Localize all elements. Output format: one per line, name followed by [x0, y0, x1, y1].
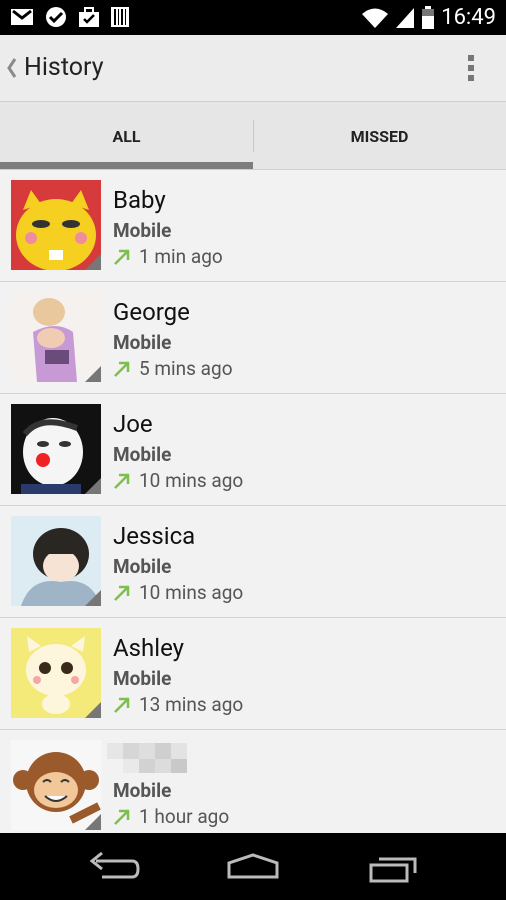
action-bar: History: [0, 35, 506, 102]
phone-type: Mobile: [113, 331, 172, 354]
tab-missed[interactable]: MISSED: [253, 102, 506, 169]
phone-type: Mobile: [113, 779, 172, 802]
contact-name: Joe: [113, 410, 153, 438]
phone-type: Mobile: [113, 667, 172, 690]
quick-contact-badge-icon: [85, 478, 101, 494]
phone-type: Mobile: [113, 443, 172, 466]
recent-apps-icon[interactable]: [363, 847, 423, 887]
contact-avatar[interactable]: [11, 740, 101, 830]
call-history-list: Baby Mobile 1 min ago George Mobile 5 mi…: [0, 170, 506, 833]
contact-avatar[interactable]: [11, 516, 101, 606]
contact-name-redacted: [107, 743, 187, 773]
phone-type: Mobile: [113, 555, 172, 578]
outgoing-call-icon: [114, 473, 130, 489]
notification-icons: [10, 6, 130, 28]
phone-type: Mobile: [113, 219, 172, 242]
contact-name: George: [113, 298, 190, 326]
check-circle-icon: [46, 7, 66, 27]
back-icon[interactable]: [82, 847, 142, 887]
contact-avatar[interactable]: [11, 404, 101, 494]
gmail-icon: [11, 9, 33, 25]
quick-contact-badge-icon: [85, 366, 101, 382]
briefcase-icon: [79, 7, 99, 27]
navigation-bar: [0, 833, 506, 900]
outgoing-call-icon: [114, 361, 130, 377]
call-row[interactable]: Mobile 1 hour ago: [0, 730, 506, 833]
contact-avatar[interactable]: [11, 628, 101, 718]
contact-name: Baby: [113, 186, 166, 214]
call-row[interactable]: Ashley Mobile 13 mins ago: [0, 618, 506, 730]
tab-all[interactable]: ALL: [0, 102, 253, 169]
outgoing-call-icon: [114, 809, 130, 825]
signal-icon: [396, 8, 415, 28]
contact-avatar[interactable]: [11, 180, 101, 270]
call-row[interactable]: George Mobile 5 mins ago: [0, 282, 506, 394]
contact-name: Jessica: [113, 522, 196, 550]
call-time: 1 hour ago: [139, 805, 230, 828]
call-time: 10 mins ago: [139, 469, 244, 492]
outgoing-call-icon: [114, 585, 130, 601]
barcode-icon: [111, 7, 129, 27]
outgoing-call-icon: [114, 249, 130, 265]
call-row[interactable]: Baby Mobile 1 min ago: [0, 170, 506, 282]
overflow-menu-icon[interactable]: [466, 55, 476, 83]
call-time: 5 mins ago: [139, 357, 233, 380]
call-time: 1 min ago: [139, 245, 223, 268]
tab-bar: ALL MISSED: [0, 102, 506, 170]
quick-contact-badge-icon: [85, 814, 101, 830]
call-row[interactable]: Joe Mobile 10 mins ago: [0, 394, 506, 506]
contact-name: Ashley: [113, 634, 185, 662]
battery-icon: [422, 6, 435, 29]
call-time: 10 mins ago: [139, 581, 244, 604]
page-title[interactable]: History: [24, 51, 104, 85]
tab-selected-indicator: [0, 162, 253, 169]
chevron-left-icon[interactable]: [3, 53, 21, 83]
status-bar: 16:49: [0, 0, 506, 35]
call-row[interactable]: Jessica Mobile 10 mins ago: [0, 506, 506, 618]
clock: 16:49: [441, 5, 496, 30]
home-icon[interactable]: [223, 847, 283, 887]
system-icons: 16:49: [361, 4, 496, 32]
call-time: 13 mins ago: [139, 693, 244, 716]
contact-avatar[interactable]: [11, 292, 101, 382]
wifi-icon: [362, 8, 389, 28]
quick-contact-badge-icon: [85, 254, 101, 270]
quick-contact-badge-icon: [85, 590, 101, 606]
quick-contact-badge-icon: [85, 702, 101, 718]
outgoing-call-icon: [114, 697, 130, 713]
